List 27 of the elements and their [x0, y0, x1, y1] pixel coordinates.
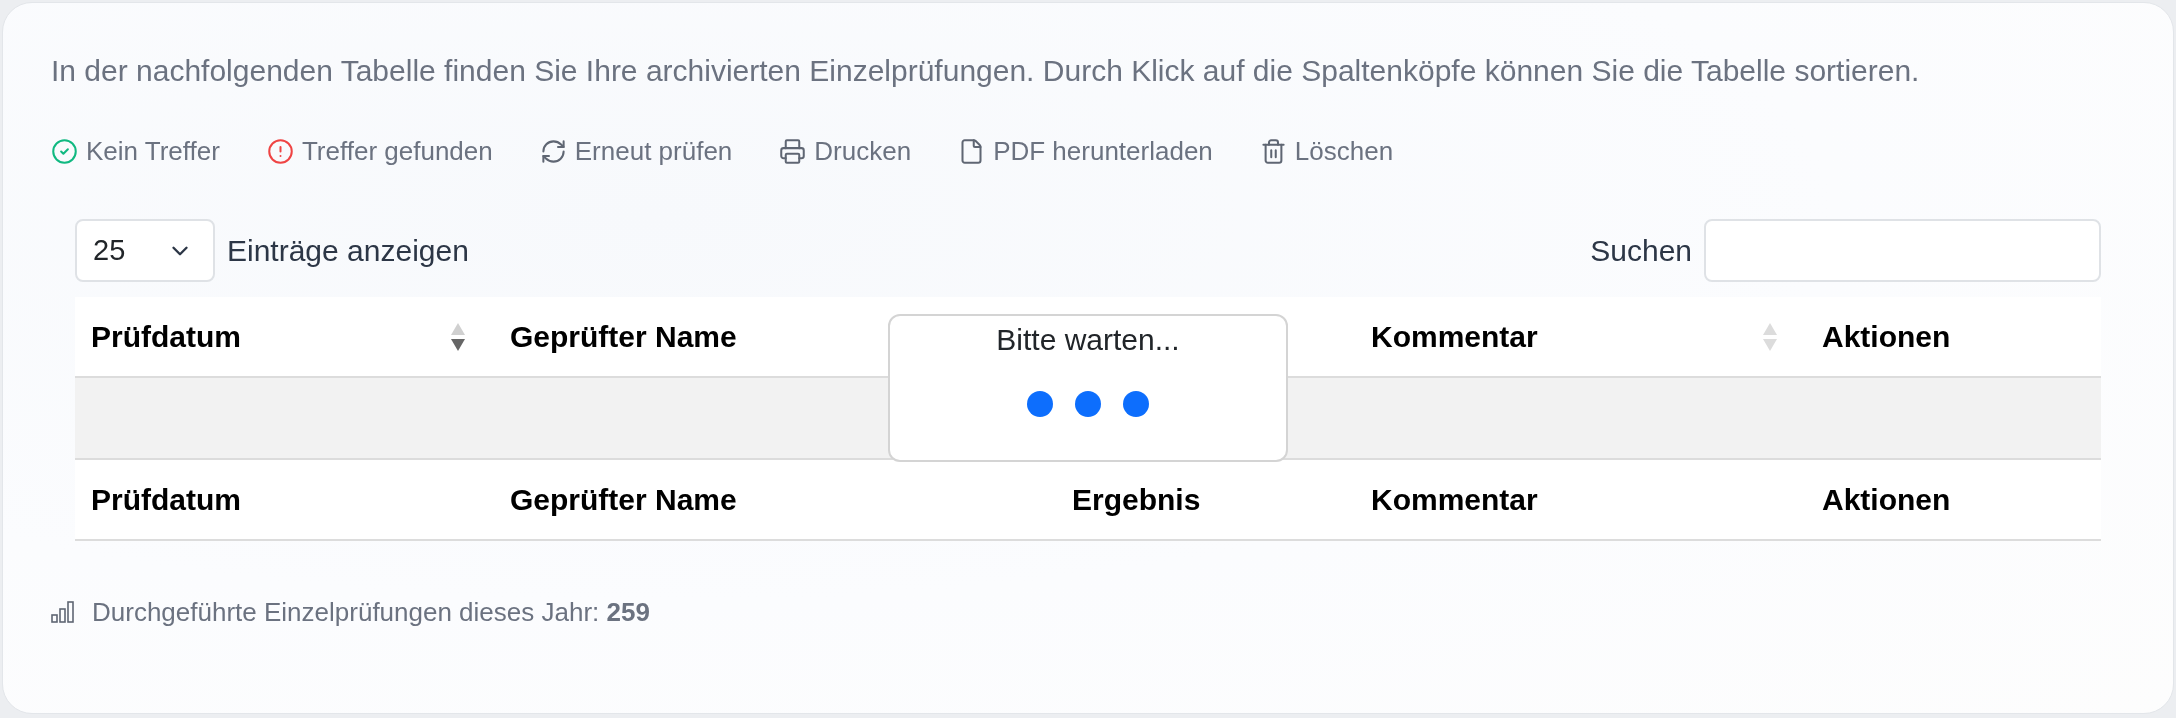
loading-dot [1075, 391, 1101, 417]
column-header[interactable]: Prüfdatum [91, 319, 241, 354]
loading-dot [1027, 391, 1053, 417]
column-header[interactable]: Geprüfter Name [510, 319, 737, 354]
stats-text: Durchgeführte Einzelprüfungen dieses Jahr: 259 [92, 596, 650, 629]
search-label: Suchen [1590, 233, 1692, 268]
column-header[interactable]: Aktionen [1822, 319, 1951, 354]
toolbar-button[interactable]: Drucken [779, 133, 912, 169]
column-footer: Ergebnis [1072, 482, 1201, 517]
loading-dot [1123, 391, 1149, 417]
toolbar-button[interactable]: Treffer gefunden [266, 133, 493, 169]
column-footer: Prüfdatum [91, 482, 241, 517]
page-size-select[interactable]: 25 [75, 219, 215, 282]
toolbar-button[interactable]: PDF herunterladen [958, 133, 1213, 169]
search-field[interactable] [1704, 219, 2101, 282]
sort-icon[interactable] [450, 321, 466, 352]
toolbar-button[interactable]: Löschen [1259, 133, 1394, 169]
bar-chart-icon [51, 601, 74, 623]
column-footer: Kommentar [1371, 482, 1538, 517]
entries-label: Einträge anzeigen [227, 233, 469, 268]
toolbar-button[interactable]: Erneut prüfen [539, 133, 733, 169]
loading-text: Bitte warten... [996, 322, 1180, 358]
intro-text: In der nachfolgenden Tabelle finden Sie Ihre archivierten Einzelprüfungen. Durch Klick auf die Spaltenköpfe können Sie die Tabelle sortieren. [51, 53, 1920, 89]
column-footer: Aktionen [1822, 482, 1951, 517]
column-footer: Geprüfter Name [510, 482, 737, 517]
toolbar-button[interactable]: Kein Treffer [51, 133, 220, 169]
column-header[interactable]: Kommentar [1371, 319, 1538, 354]
